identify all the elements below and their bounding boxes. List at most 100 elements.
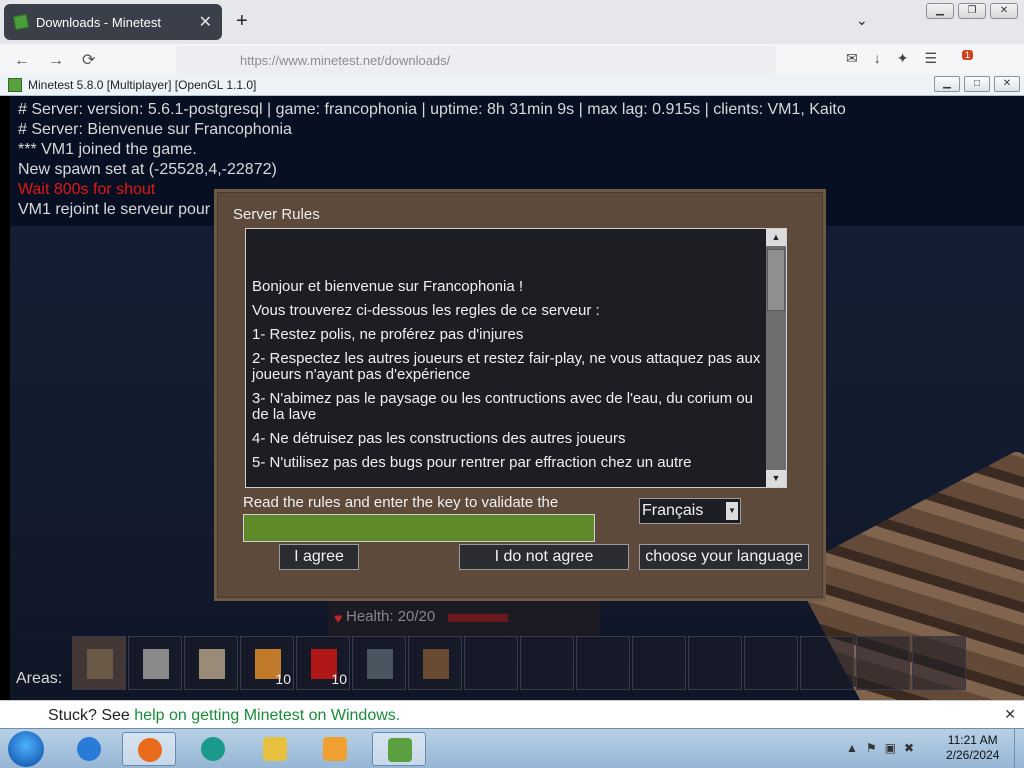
notice-close-icon[interactable]: ✕ (1004, 706, 1016, 723)
hotbar-slot[interactable] (856, 636, 910, 690)
clock-time: 11:21 AM (947, 733, 998, 747)
file-explorer-icon[interactable] (248, 732, 302, 766)
hotbar-slot[interactable] (520, 636, 574, 690)
ie-logo-icon (77, 737, 101, 761)
close-button[interactable]: ✕ (990, 3, 1018, 19)
media-icon (323, 737, 347, 761)
browser-tab-bar: Downloads - Minetest ✕ + ⌄ ▁ ❐ ✕ (0, 0, 1024, 44)
minetest-close-button[interactable]: ✕ (994, 76, 1020, 92)
item-count: 10 (275, 671, 291, 687)
health-bar (448, 614, 508, 622)
tab-title: Downloads - Minetest (36, 14, 161, 30)
axe-icon (143, 649, 169, 679)
minetest-window-title: Minetest 5.8.0 [Multiplayer] [OpenGL 1.1… (28, 77, 257, 92)
new-tab-button[interactable]: + (236, 10, 248, 33)
rule-paragraph: 2- Respectez les autres joueurs et reste… (252, 350, 761, 383)
game-viewport[interactable]: # Server: version: 5.6.1-postgresql | ga… (10, 96, 1024, 700)
language-select[interactable]: Français ▼ (639, 498, 741, 524)
hotbar: 10 10 (72, 636, 966, 690)
minetest-logo-icon (388, 738, 412, 762)
rule-paragraph: 3- N'abimez pas le paysage ou les contru… (252, 390, 754, 423)
rule-paragraph: 5- N'utilisez pas des bugs pour rentrer … (252, 454, 692, 471)
hotbar-slot[interactable] (464, 636, 518, 690)
rule-paragraph: 4- Ne détruisez pas les constructions de… (252, 430, 626, 447)
toolbar-icons[interactable]: ✉↓✦☰ (846, 50, 953, 67)
firefox-icon[interactable] (122, 732, 176, 766)
rules-text: Bonjour et bienvenue sur Francophonia ! V… (252, 279, 772, 479)
clock-date: 2/26/2024 (946, 748, 1000, 762)
windows-taskbar: ▲⚑▣✖ 11:21 AM 2/26/2024 (0, 728, 1024, 768)
health-text: Health: 20/20 (346, 608, 436, 625)
steel-block-icon (367, 649, 393, 679)
heart-icon: ♥ (334, 610, 343, 626)
hotbar-slot[interactable] (184, 636, 238, 690)
nav-buttons[interactable]: ←→⟳ (14, 50, 113, 70)
language-selected: Français (642, 502, 704, 519)
server-rules-dialog: Server Rules Bonjour et bienvenue sur Fr… (214, 189, 826, 601)
hotbar-slot[interactable] (408, 636, 462, 690)
furnace-block-icon (423, 649, 449, 679)
rule-paragraph: Bonjour et bienvenue sur Francophonia ! (252, 278, 524, 295)
browser-tab-downloads[interactable]: Downloads - Minetest ✕ (4, 4, 222, 40)
help-link[interactable]: help on getting Minetest on Windows. (134, 707, 400, 724)
areas-label: Areas: (16, 670, 63, 687)
folder-icon (263, 737, 287, 761)
firefox-logo-icon (138, 738, 162, 762)
hotbar-slot[interactable] (632, 636, 686, 690)
clock[interactable]: 11:21 AM 2/26/2024 (946, 733, 999, 763)
hotbar-slot[interactable]: 10 (296, 636, 350, 690)
extension-badge: 1 (962, 50, 974, 60)
internet-explorer-icon[interactable] (62, 732, 116, 766)
chat-line: New spawn set at (-25528,4,-22872) (18, 161, 277, 178)
tab-close-icon[interactable]: ✕ (199, 12, 212, 32)
hotbar-slot[interactable] (688, 636, 742, 690)
system-tray-icons[interactable]: ▲⚑▣✖ (846, 741, 922, 755)
edge-logo-icon (201, 737, 225, 761)
scroll-down-arrow-icon[interactable]: ▼ (766, 470, 786, 487)
help-notice-prefix: Stuck? See (48, 707, 135, 724)
item-count: 10 (331, 671, 347, 687)
chat-line: # Server: Bienvenue sur Francophonia (18, 121, 292, 138)
chat-line: *** VM1 joined the game. (18, 141, 197, 158)
minetest-favicon-icon (12, 13, 30, 31)
choose-language-button[interactable]: choose your language (639, 544, 809, 570)
tab-list-chevron-icon[interactable]: ⌄ (856, 12, 868, 29)
agree-button[interactable]: I agree (279, 544, 359, 570)
rule-paragraph: 1- Restez polis, ne proférez pas d'injur… (252, 326, 524, 343)
edge-icon[interactable] (186, 732, 240, 766)
restore-button[interactable]: ❐ (958, 3, 986, 19)
dialog-title: Server Rules (233, 206, 320, 223)
media-player-icon[interactable] (308, 732, 362, 766)
minetest-window-controls: ▁ □ ✕ (934, 76, 1020, 92)
hotbar-slot[interactable] (912, 636, 966, 690)
minetest-titlebar: Minetest 5.8.0 [Multiplayer] [OpenGL 1.1… (0, 74, 1024, 96)
rules-textarea[interactable]: Bonjour et bienvenue sur Francophonia ! V… (245, 228, 787, 488)
pickaxe-icon (87, 649, 113, 679)
scroll-up-arrow-icon[interactable]: ▲ (766, 229, 786, 246)
rule-paragraph: Vous trouverez ci-dessous les regles de … (252, 302, 600, 319)
hotbar-slot[interactable] (576, 636, 630, 690)
hotbar-slot[interactable]: 10 (240, 636, 294, 690)
hotbar-slot[interactable] (352, 636, 406, 690)
show-desktop-button[interactable] (1014, 729, 1024, 768)
chat-line: # Server: version: 5.6.1-postgresql | ga… (18, 101, 846, 118)
browser-window-controls: ▁ ❐ ✕ (926, 3, 1018, 19)
minetest-maximize-button[interactable]: □ (964, 76, 990, 92)
minimize-button[interactable]: ▁ (926, 3, 954, 19)
start-button[interactable] (8, 731, 44, 767)
minetest-minimize-button[interactable]: ▁ (934, 76, 960, 92)
minetest-app-icon (8, 77, 22, 92)
shovel-icon (199, 649, 225, 679)
url-bar[interactable]: https://www.minetest.net/downloads/ (176, 46, 776, 74)
dropdown-arrow-icon: ▼ (726, 502, 738, 520)
hotbar-slot[interactable] (128, 636, 182, 690)
scroll-thumb[interactable] (767, 249, 785, 311)
hotbar-slot[interactable] (744, 636, 798, 690)
rules-scrollbar[interactable]: ▲ ▼ (766, 229, 786, 487)
hotbar-slot[interactable] (800, 636, 854, 690)
browser-nav-bar: ←→⟳ https://www.minetest.net/downloads/ … (0, 44, 1024, 74)
key-input[interactable] (243, 514, 595, 542)
minetest-taskbar-icon[interactable] (372, 732, 426, 766)
disagree-button[interactable]: I do not agree (459, 544, 629, 570)
hotbar-slot[interactable] (72, 636, 126, 690)
